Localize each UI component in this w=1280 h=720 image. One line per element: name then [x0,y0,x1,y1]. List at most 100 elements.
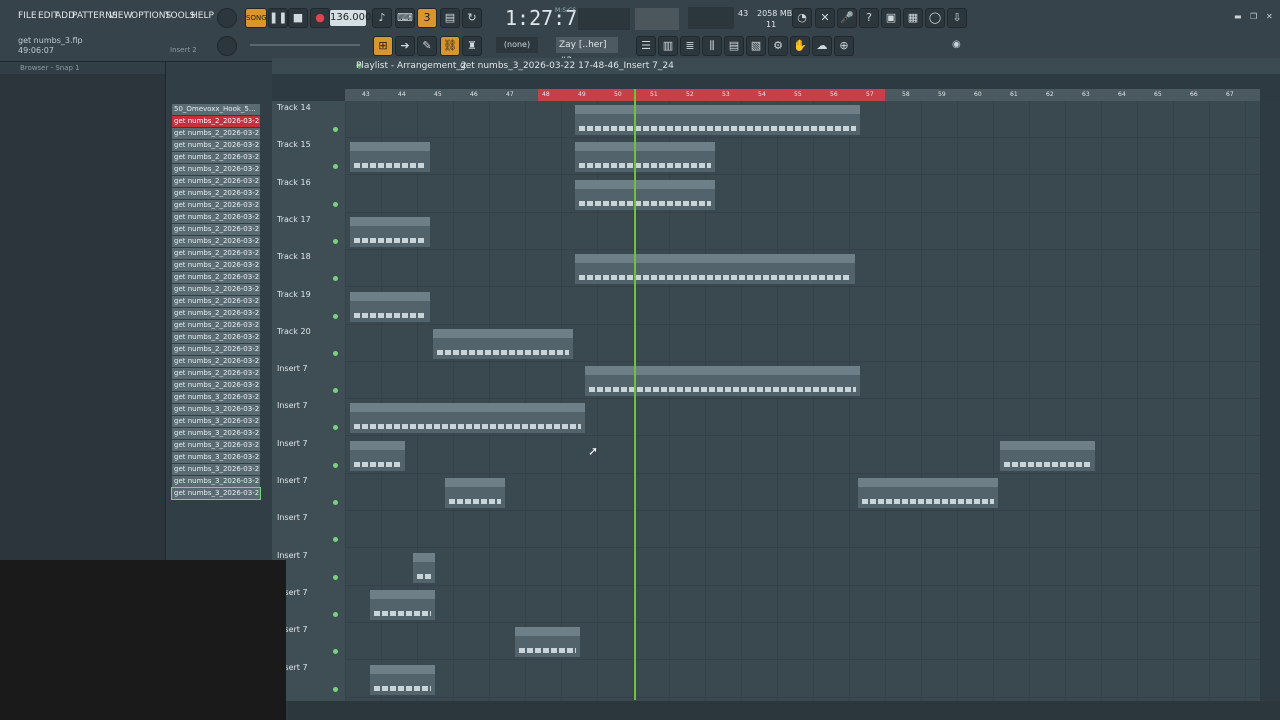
plugin-db-icon[interactable]: ⚙ [768,36,788,56]
channel-rack-icon[interactable]: ≣ [680,36,700,56]
pattern-item[interactable]: get numbs_2_2026-03-2... [172,356,260,367]
save-icon[interactable]: ▣ [881,8,901,28]
loop-record-icon[interactable]: ↻ [462,8,482,28]
track-mute-dot[interactable] [333,276,338,282]
track-name[interactable]: Track 19 [277,290,311,299]
pattern-item[interactable]: get numbs_2_2026-03-2... [172,296,260,307]
track-mute-dot[interactable] [333,462,338,468]
playlist-clip[interactable]: Kant be #2 (Zoike - @proditswither (itsw… [575,105,860,135]
master-pitch-slider[interactable] [250,44,360,46]
playlist-clip[interactable]: PERC - 2010 RIM - KHEMICS [575,142,715,173]
track-name[interactable]: Track 18 [277,252,311,261]
track-lane[interactable] [345,623,1260,661]
pattern-item[interactable]: get numbs_3_2026-03-2... [172,476,260,487]
playlist-clip[interactable]: g... [413,552,435,583]
pattern-selector[interactable]: Zay [..her] #2 [556,37,618,66]
pattern-item[interactable]: 50_Omevoxx_Hook_5... [172,104,260,115]
pattern-item[interactable]: get numbs_2_2026-03-2... [172,368,260,379]
track-lane[interactable] [345,213,1260,250]
pattern-item[interactable]: get numbs_3_2026-03-2... [172,452,260,463]
snap-icon[interactable]: ⊞ [373,36,393,56]
track-lane[interactable] [345,661,1260,698]
playlist-clip[interactable]: YTB Chant (1) [350,216,430,247]
playlist-clip[interactable]: Zay [C] - @proditswither (itswither) #2 [433,328,573,359]
master-volume-knob[interactable] [217,8,237,28]
track-name[interactable]: Insert 7 [277,439,308,448]
pattern-item[interactable]: get numbs_2_2026-03-2... [172,200,260,211]
track-lane[interactable] [345,586,1260,623]
countdown-icon[interactable]: 3 [417,8,437,28]
playlist-clip[interactable]: get numbs_3_2026-03-22 17-48-46_Insert 7 [585,366,860,397]
tempo-display[interactable]: 136.000 [330,10,371,26]
wait-input-icon[interactable]: ⌨ [395,8,415,28]
track-name[interactable]: Insert 7 [277,513,308,522]
arrow-icon[interactable]: ➔ [395,36,415,56]
record-button[interactable]: ● [310,8,330,28]
track-mute-dot[interactable] [333,313,338,319]
track-mute-dot[interactable] [333,537,338,543]
track-lane[interactable] [345,138,1260,176]
minimize-icon[interactable]: ▬ [1234,12,1242,21]
mic-icon[interactable]: 🎤 [837,8,857,28]
touch-icon[interactable]: ✋ [790,36,810,56]
pattern-item[interactable]: get numbs_3_2026-03-2... [172,404,260,415]
track-mute-dot[interactable] [333,388,338,394]
track-mute-dot[interactable] [333,649,338,655]
plugin-icon[interactable]: ✕ [815,8,835,28]
track-lane[interactable] [345,511,1260,549]
pattern-item[interactable]: get numbs_3_2026-03-2... [172,416,260,427]
track-name[interactable]: Insert 7 [277,476,308,485]
pattern-item[interactable]: get numbs_3_2026-03-2... [171,487,261,500]
track-name[interactable]: Track 16 [277,178,311,187]
metronome-icon[interactable]: ♪ [372,8,392,28]
playlist-clip[interactable]: CTM [C] - @proditswither (itswither) [575,254,855,285]
clock-icon[interactable]: ◔ [792,8,812,28]
song-mode-button[interactable]: SONG [245,8,267,28]
cloud-icon[interactable]: ☁ [812,36,832,56]
stop-button[interactable]: ■ [288,8,308,28]
track-lane[interactable] [345,176,1260,213]
pattern-item[interactable]: get numbs_2_2026-03-2... [172,284,260,295]
pattern-item[interactable]: get numbs_2_2026-03-2... [172,116,260,127]
globe-icon[interactable]: ◉ [952,39,961,50]
track-mute-dot[interactable] [333,611,338,617]
browser-icon[interactable]: ▤ [724,36,744,56]
playlist-clip[interactable]: PERC - 201...- KHEMICS [350,142,430,173]
playhead[interactable] [634,89,636,700]
help-icon[interactable]: ? [859,8,879,28]
close-icon[interactable]: ✕ [1266,12,1273,21]
vertical-scrollbar[interactable] [1262,101,1280,701]
pattern-item[interactable]: get numbs_2_2026-03-2... [172,320,260,331]
pattern-item[interactable]: get numbs_2_2026-03-2... [172,380,260,391]
playlist-clip[interactable]: Harder - @proditswither (itswither) [575,179,715,210]
playlist-clip[interactable]: get n..7_11 [370,589,435,620]
stamp-icon[interactable]: ♜ [462,36,482,56]
playlist-clip[interactable]: get n..7_24 [370,664,435,695]
playlist-clip[interactable]: get n..._10 [350,440,405,471]
playlist-clip[interactable]: get numbs..sert 7_4 [1000,440,1095,471]
pattern-item[interactable]: get numbs_2_2026-03-2... [172,188,260,199]
track-mute-dot[interactable] [333,574,338,580]
playlist-clip[interactable]: get numb..ert 7_1 [858,478,998,508]
pattern-item[interactable]: get numbs_2_2026-03-2... [172,332,260,343]
pitch-knob[interactable] [217,36,237,56]
pattern-item[interactable]: get numbs_2_2026-03-2... [172,164,260,175]
track-mute-dot[interactable] [333,164,338,170]
pattern-item[interactable]: get numbs_3_2026-03-2... [172,464,260,475]
track-mute-dot[interactable] [333,238,338,244]
playlist-clip[interactable]: get numb..rt 7_21 [515,627,580,658]
menu-file[interactable]: FILE [18,11,37,21]
pattern-item[interactable]: get numbs_2_2026-03-2... [172,236,260,247]
track-mute-dot[interactable] [333,201,338,207]
step-edit-icon[interactable]: ▤ [440,8,460,28]
track-name[interactable]: Insert 7 [277,401,308,410]
menu-view[interactable]: VIEW [109,11,132,21]
restore-icon[interactable]: ❐ [1250,12,1257,21]
track-mute-dot[interactable] [333,500,338,505]
pattern-item[interactable]: get numbs_3_2026-03-2... [172,392,260,403]
playlist-clip[interactable]: Zay [C] - @p..(itswither) [350,291,430,322]
project-icon[interactable]: ▧ [746,36,766,56]
pattern-none[interactable]: (none) [496,37,538,53]
pattern-item[interactable]: get numbs_3_2026-03-2... [172,440,260,451]
pattern-item[interactable]: get numbs_2_2026-03-2... [172,344,260,355]
